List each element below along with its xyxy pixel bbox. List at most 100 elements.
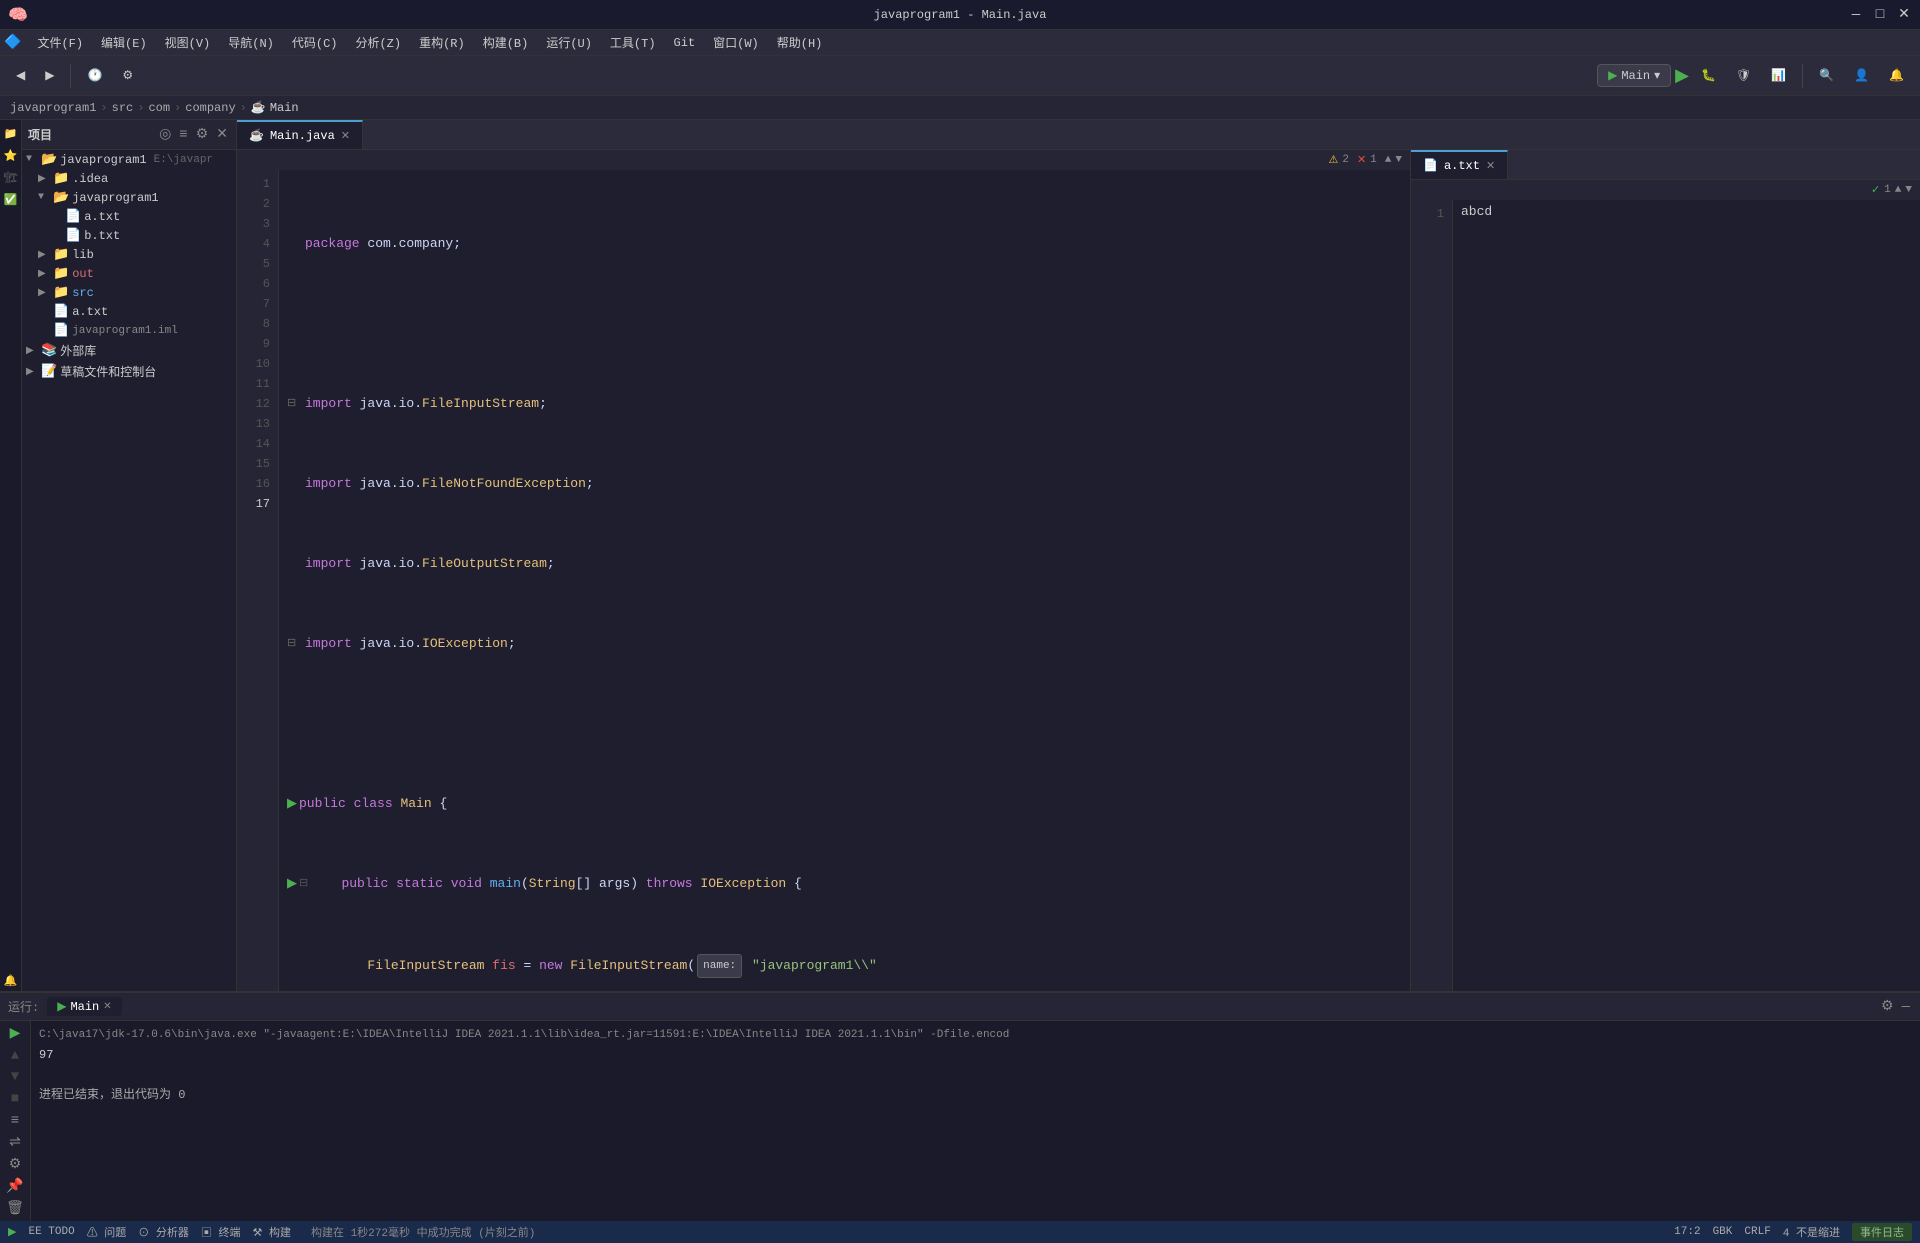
run-format-btn[interactable]: ≡	[4, 1112, 26, 1130]
tree-item-root[interactable]: ▼ 📂 javaprogram1 E:\javapr	[22, 150, 236, 169]
run-panel-gear[interactable]: ⚙	[1879, 996, 1896, 1017]
tab-run-main[interactable]: ▶ Main ✕	[47, 997, 121, 1016]
breadcrumb-main[interactable]: Main	[270, 101, 299, 115]
code-line-5[interactable]: import java.io.FileOutputStream;	[287, 554, 1402, 574]
status-indent[interactable]: 4 不是缩进	[1783, 1224, 1840, 1240]
code-line-6[interactable]: ⊟ import java.io.IOException;	[287, 634, 1402, 654]
run-tab-close[interactable]: ✕	[103, 1001, 111, 1013]
nav-up[interactable]: ▲	[1385, 154, 1392, 166]
status-build[interactable]: ⚒ 构建	[253, 1224, 291, 1240]
notification-icon[interactable]: 🔔	[1881, 64, 1912, 87]
tree-item-scratches[interactable]: ▶ 📝 草稿文件和控制台	[22, 361, 236, 382]
code-line-2[interactable]	[287, 314, 1402, 334]
tree-item-atxt[interactable]: 📄 a.txt	[22, 207, 236, 226]
tree-item-atxt2[interactable]: 📄 a.txt	[22, 302, 236, 321]
run-button[interactable]: ▶	[1675, 65, 1689, 87]
status-event-log[interactable]: 事件日志	[1852, 1223, 1912, 1241]
toolbar-recentfiles[interactable]: 🕐	[79, 64, 110, 87]
status-position[interactable]: 17:2	[1674, 1226, 1700, 1238]
run-status-icon[interactable]: ▶	[8, 1225, 16, 1239]
breadcrumb-com[interactable]: com	[148, 101, 170, 115]
menu-tools[interactable]: 工具(T)	[602, 32, 664, 53]
menu-help[interactable]: 帮助(H)	[769, 32, 831, 53]
run-gutter-9[interactable]: ▶	[287, 874, 297, 894]
menu-file[interactable]: 文件(F)	[29, 32, 91, 53]
status-problems[interactable]: ⚠ 问题	[87, 1224, 127, 1240]
menu-window[interactable]: 窗口(W)	[705, 32, 767, 53]
code-line-3[interactable]: ⊟ import java.io.FileInputStream;	[287, 394, 1402, 414]
notifications-icon[interactable]: 🔔	[1, 971, 21, 991]
toolbar-forward[interactable]: ▶	[37, 64, 62, 87]
menu-run[interactable]: 运行(U)	[538, 32, 600, 53]
run-rerun-btn[interactable]: ▶	[4, 1025, 26, 1043]
toolbar-settings[interactable]: ⚙	[114, 64, 141, 87]
menu-refactor[interactable]: 重构(R)	[411, 32, 473, 53]
sidebar-close-icon[interactable]: ✕	[214, 124, 230, 145]
structure-icon[interactable]: 🏗	[1, 168, 21, 188]
code-line-8[interactable]: ▶ public class Main {	[287, 794, 1402, 814]
code-line-10[interactable]: FileInputStream fis = new FileInputStrea…	[287, 954, 1402, 978]
right-nav-up[interactable]: ▲	[1895, 184, 1902, 196]
run-gutter-8[interactable]: ▶	[287, 794, 297, 814]
run-pin-btn[interactable]: 📌	[4, 1177, 26, 1195]
menu-code[interactable]: 代码(C)	[284, 32, 346, 53]
breadcrumb-project[interactable]: javaprogram1	[10, 101, 96, 115]
tree-item-javaprogram1[interactable]: ▼ 📂 javaprogram1	[22, 188, 236, 207]
tree-item-lib[interactable]: ▶ 📁 lib	[22, 245, 236, 264]
status-analyzer[interactable]: ⊙ 分析器	[138, 1224, 189, 1240]
sidebar-locate-icon[interactable]: ◎	[157, 124, 173, 145]
menu-edit[interactable]: 编辑(E)	[93, 32, 155, 53]
tree-item-btxt[interactable]: 📄 b.txt	[22, 226, 236, 245]
run-settings-btn[interactable]: ⚙	[4, 1156, 26, 1174]
sidebar-title: 项目	[28, 126, 52, 143]
code-line-1[interactable]: package com.company;	[287, 234, 1402, 254]
nav-down[interactable]: ▼	[1395, 154, 1402, 166]
minimize-button[interactable]: —	[1848, 7, 1864, 23]
sidebar-more-icon[interactable]: ⚙	[194, 124, 211, 145]
menu-git[interactable]: Git	[666, 34, 704, 52]
menu-view[interactable]: 视图(V)	[157, 32, 219, 53]
tab-main-java[interactable]: ☕ Main.java ✕	[237, 120, 363, 149]
code-line-4[interactable]: import java.io.FileNotFoundException;	[287, 474, 1402, 494]
maximize-button[interactable]: □	[1872, 7, 1888, 23]
coverage-button[interactable]: 🛡	[1728, 64, 1759, 87]
favorites-icon[interactable]: ⭐	[1, 146, 21, 166]
menu-build[interactable]: 构建(B)	[475, 32, 537, 53]
status-todo[interactable]: EE TODO	[28, 1226, 74, 1238]
menu-analyze[interactable]: 分析(Z)	[347, 32, 409, 53]
run-wrap-btn[interactable]: ⇌	[4, 1134, 26, 1152]
run-panel-minimize[interactable]: —	[1900, 997, 1912, 1017]
tree-item-external-libs[interactable]: ▶ 📚 外部库	[22, 340, 236, 361]
profile-button[interactable]: 📊	[1763, 64, 1794, 87]
right-nav-down[interactable]: ▼	[1905, 184, 1912, 196]
breadcrumb-src[interactable]: src	[112, 101, 134, 115]
tab-atxt[interactable]: 📄 a.txt ✕	[1411, 150, 1508, 179]
breadcrumb-company[interactable]: company	[185, 101, 235, 115]
code-lines[interactable]: package com.company; ⊟ import java.io.Fi…	[279, 170, 1410, 991]
run-config-selector[interactable]: ▶ Main ▾	[1597, 64, 1671, 87]
user-icon[interactable]: 👤	[1846, 64, 1877, 87]
run-trash-btn[interactable]: 🗑	[4, 1199, 26, 1217]
sidebar-collapse-icon[interactable]: ≡	[177, 125, 189, 145]
status-line-sep[interactable]: CRLF	[1744, 1226, 1770, 1238]
search-everywhere[interactable]: 🔍	[1811, 64, 1842, 87]
tab-atxt-close[interactable]: ✕	[1486, 159, 1495, 173]
status-encoding[interactable]: GBK	[1713, 1226, 1733, 1238]
toolbar-back[interactable]: ◀	[8, 64, 33, 87]
debug-button[interactable]: 🐛	[1693, 64, 1724, 87]
tree-item-iml[interactable]: 📄 javaprogram1.iml	[22, 321, 236, 340]
right-content[interactable]: abcd	[1453, 200, 1920, 991]
code-line-7[interactable]	[287, 714, 1402, 734]
tab-main-close[interactable]: ✕	[341, 129, 350, 143]
status-terminal[interactable]: ▣ 终端	[201, 1224, 241, 1240]
tree-item-out[interactable]: ▶ 📁 out	[22, 264, 236, 283]
project-view-icon[interactable]: 📁	[1, 124, 21, 144]
console-output[interactable]: C:\java17\jdk-17.0.6\bin\java.exe "-java…	[31, 1021, 1920, 1221]
menu-navigate[interactable]: 导航(N)	[220, 32, 282, 53]
code-line-9[interactable]: ▶ ⊟ public static void main(String[] arg…	[287, 874, 1402, 894]
tree-item-src[interactable]: ▶ 📁 src	[22, 283, 236, 302]
todo-icon[interactable]: ✅	[1, 190, 21, 210]
close-button[interactable]: ✕	[1896, 7, 1912, 23]
tree-item-idea[interactable]: ▶ 📁 .idea	[22, 169, 236, 188]
code-editor[interactable]: ⚠ 2 ✕ 1 ▲ ▼ 1 2 3 4 5 6 7	[237, 150, 1410, 991]
